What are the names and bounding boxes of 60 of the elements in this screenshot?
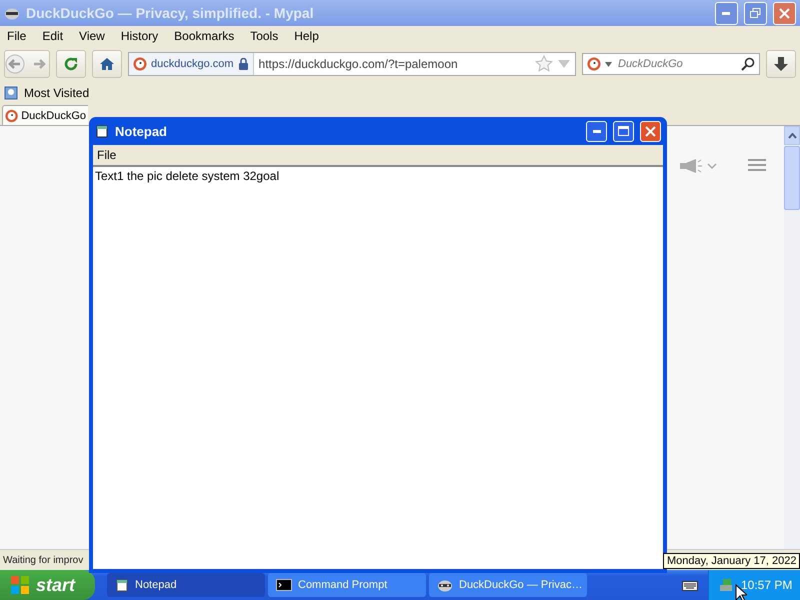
reload-button[interactable]	[56, 50, 86, 78]
window-title: DuckDuckGo — Privacy, simplified. - Mypal	[26, 5, 315, 21]
text-area[interactable]: Text1 the pic delete system 32goal	[93, 167, 663, 569]
menu-item[interactable]: Help	[294, 29, 319, 43]
status-text: Waiting for improv	[3, 554, 84, 566]
reload-icon	[63, 56, 79, 72]
restore-icon	[750, 8, 761, 18]
download-button[interactable]	[766, 50, 796, 78]
taskbar-button[interactable]: Notepad	[107, 573, 265, 597]
home-button[interactable]	[92, 50, 122, 78]
menu-item[interactable]: File	[97, 148, 116, 162]
browser-tab[interactable]: DuckDuckGo	[2, 105, 88, 125]
scroll-up-button[interactable]	[784, 126, 800, 145]
duck-logo-icon	[587, 57, 601, 71]
search-icon[interactable]	[741, 57, 755, 71]
url-text: https://duckduckgo.com/?t=palemoon	[258, 57, 459, 71]
bookmark-folder-icon	[4, 86, 18, 100]
menu-item[interactable]: Edit	[42, 29, 64, 43]
menu-item[interactable]: File	[7, 29, 26, 43]
menu-item[interactable]: Tools	[250, 29, 278, 43]
close-button[interactable]	[640, 120, 661, 142]
close-icon	[779, 8, 790, 18]
menu-item[interactable]: Bookmarks	[174, 29, 234, 43]
home-icon	[99, 57, 115, 71]
menu-item[interactable]: View	[79, 29, 105, 43]
minimize-button[interactable]	[715, 2, 738, 24]
maximize-button[interactable]	[613, 120, 634, 142]
taskbar-button[interactable]: DuckDuckGo — Privac…	[429, 573, 587, 597]
minimize-icon	[592, 130, 600, 132]
search-field[interactable]: DuckDuckGo	[582, 53, 760, 75]
maximize-icon	[618, 126, 629, 136]
restore-button[interactable]	[744, 2, 767, 24]
windows-logo-icon	[10, 575, 30, 595]
bookmark-item[interactable]: Most Visited	[24, 86, 90, 100]
back-button[interactable]	[4, 50, 50, 78]
taskbar-button[interactable]: Command Prompt	[268, 573, 426, 597]
raccoon-icon	[4, 6, 20, 20]
date-tooltip: Monday, January 17, 2022	[663, 553, 800, 569]
window-title: Notepad	[115, 124, 168, 138]
download-arrow-icon	[773, 56, 789, 72]
duck-logo-icon	[133, 57, 147, 71]
duck-logo-icon	[5, 108, 18, 122]
address-bar[interactable]: duckduckgo.com https://duckduckgo.com/?t=palemoon	[128, 52, 576, 76]
console-icon	[276, 579, 292, 591]
dropdown-arrow-icon[interactable]	[605, 62, 612, 66]
megaphone-icon[interactable]	[678, 158, 718, 174]
menu-item[interactable]: History	[120, 29, 158, 43]
minimize-icon	[722, 12, 731, 14]
star-icon[interactable]	[535, 55, 553, 73]
minimize-button[interactable]	[586, 120, 607, 142]
site-domain: duckduckgo.com	[151, 58, 234, 70]
notepad-icon	[95, 124, 109, 138]
lock-icon	[238, 58, 249, 70]
close-button[interactable]	[773, 2, 796, 24]
keyboard-icon[interactable]	[682, 579, 698, 591]
close-icon	[645, 126, 656, 136]
scroll-thumb[interactable]	[784, 146, 800, 210]
notepad-icon	[115, 578, 129, 592]
menu-icon[interactable]	[748, 158, 766, 172]
raccoon-icon	[437, 578, 453, 592]
